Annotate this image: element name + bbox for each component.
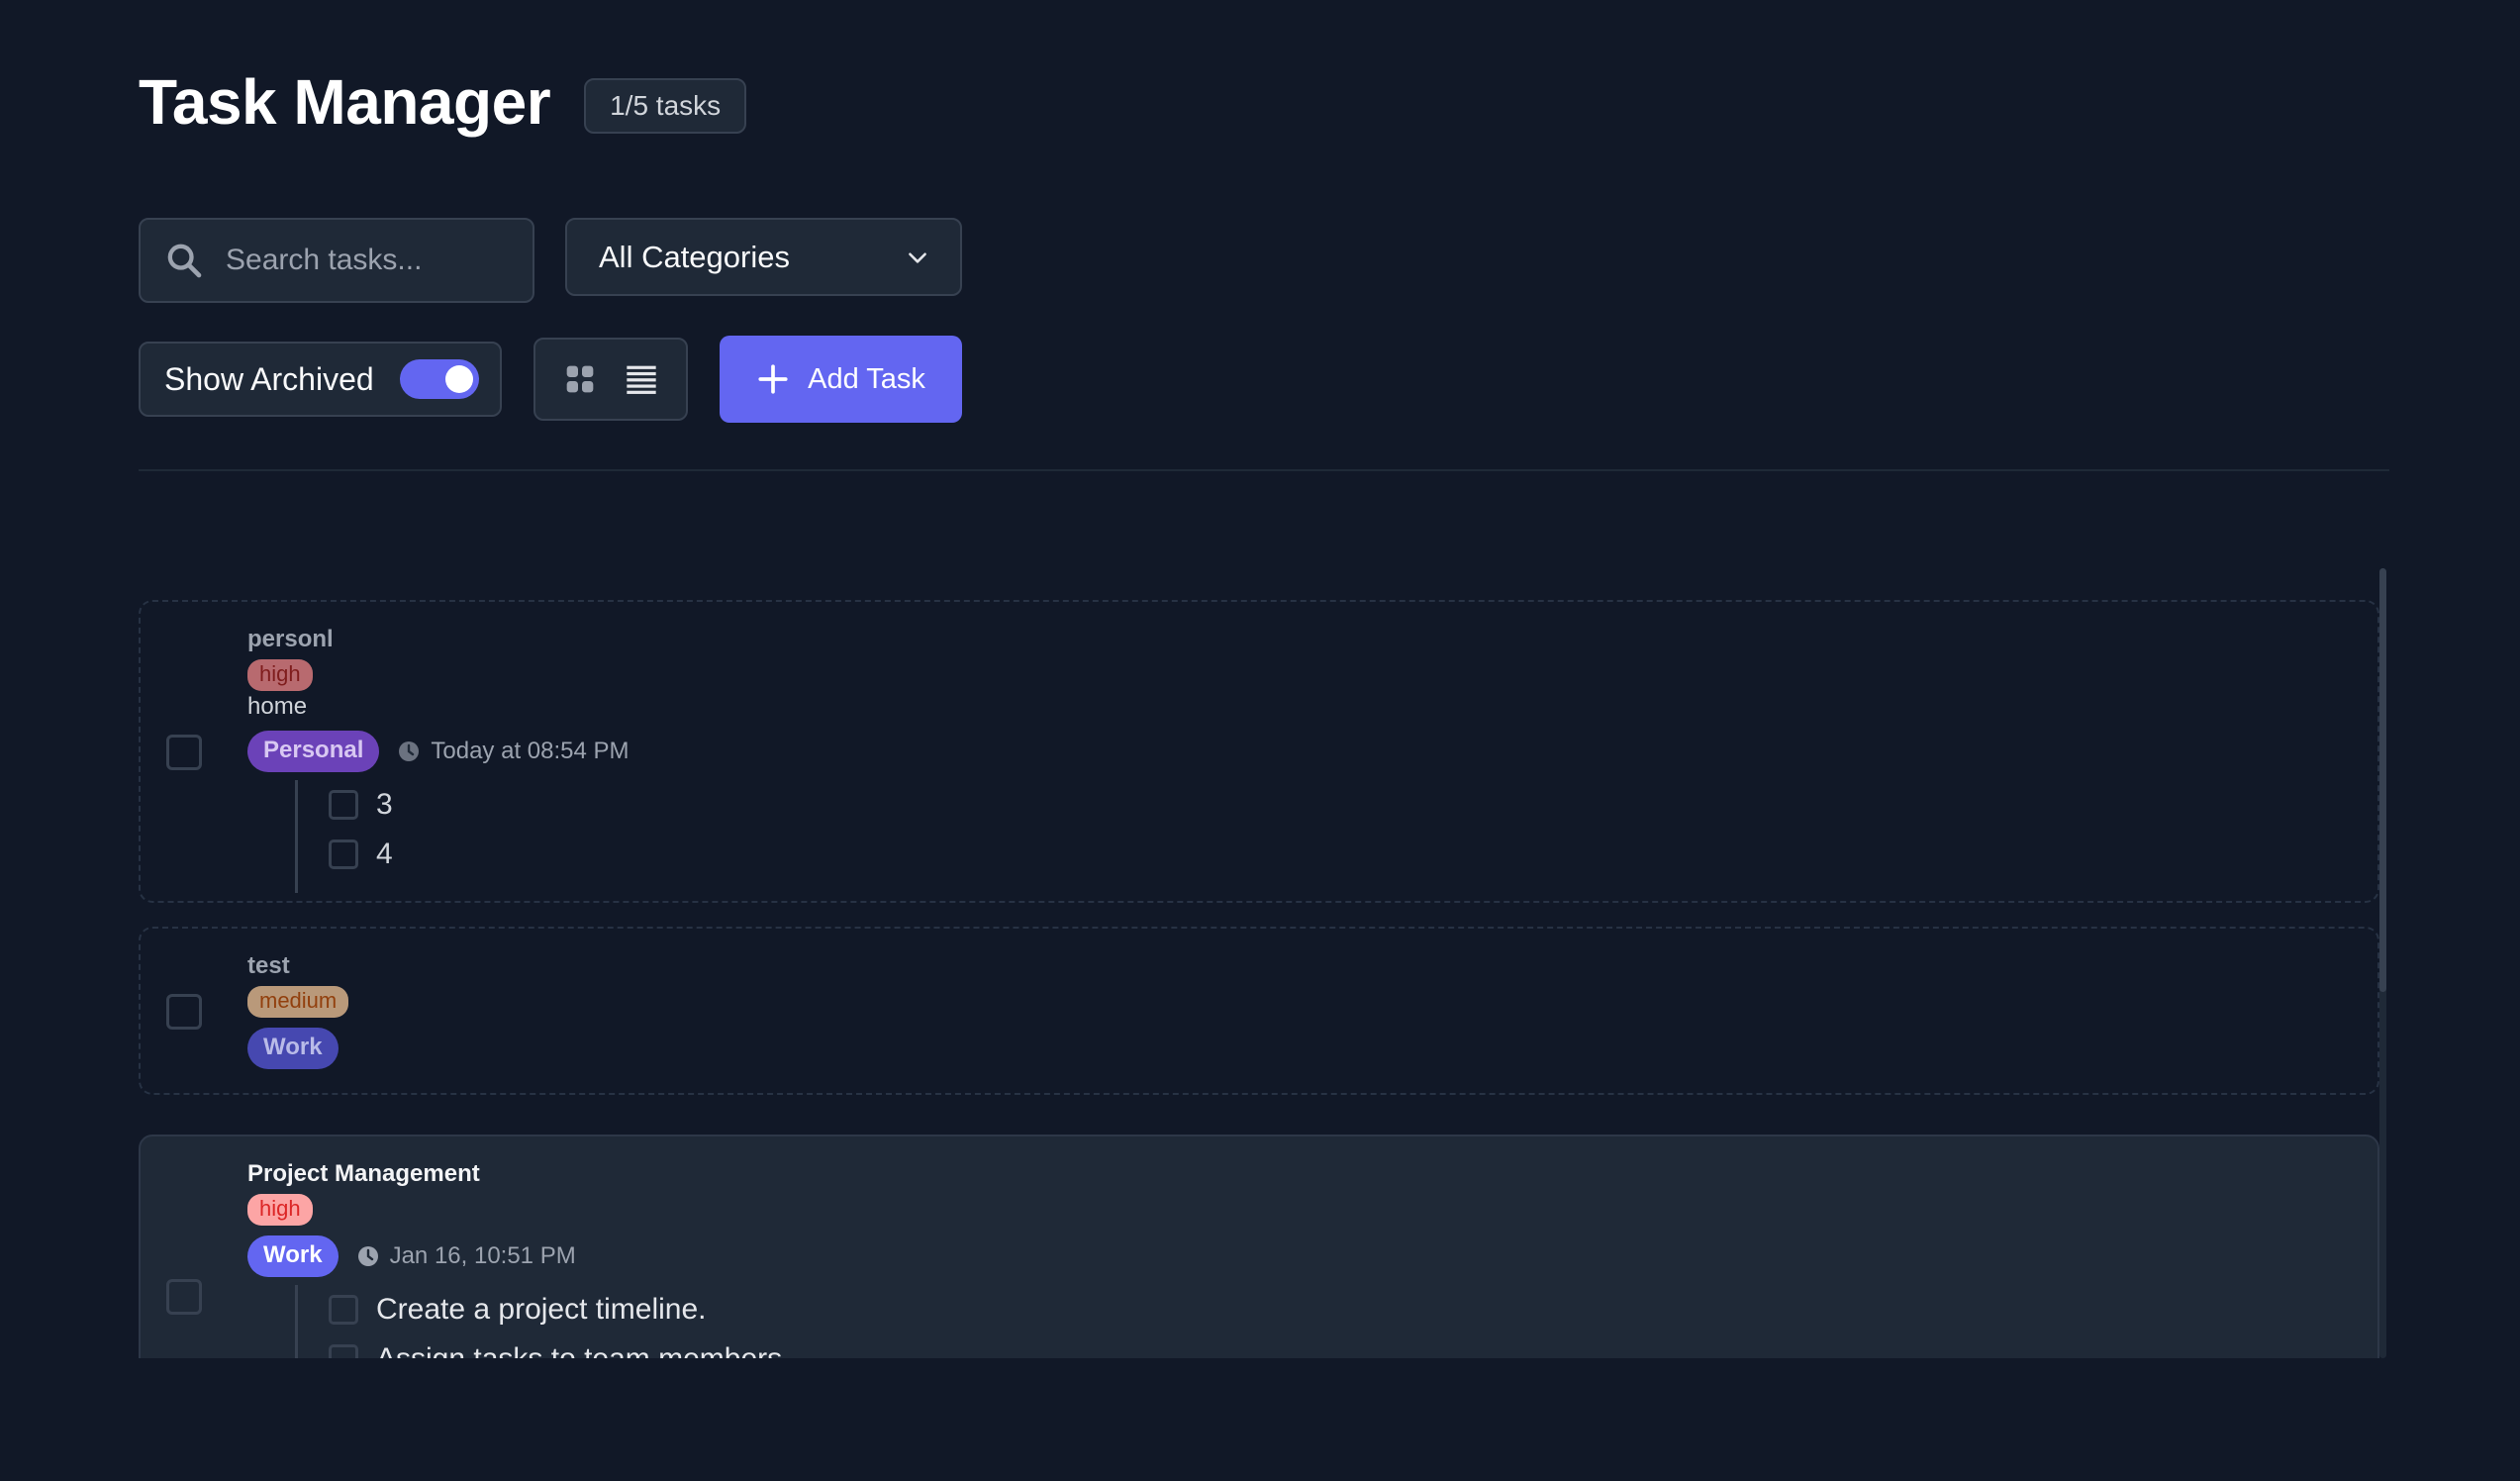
- task-checkbox[interactable]: [166, 994, 202, 1030]
- subtask-item: Assign tasks to team members.: [329, 1334, 790, 1358]
- subtask-checkbox[interactable]: [329, 1344, 358, 1358]
- subtask-connector: [295, 780, 298, 893]
- subtask-item: 3: [329, 780, 630, 830]
- subtask-label: 3: [376, 788, 393, 821]
- add-task-button[interactable]: Add Task: [720, 336, 962, 423]
- task-manager-page: Task Manager 1/5 tasks All Categories Sh…: [0, 0, 2520, 1481]
- list-icon: [627, 365, 656, 394]
- search-box[interactable]: [139, 218, 534, 303]
- task-checkbox[interactable]: [166, 1279, 202, 1315]
- show-archived-label: Show Archived: [164, 360, 374, 397]
- task-content: test medium Work: [247, 952, 349, 1069]
- clock-icon: [399, 741, 420, 761]
- plus-icon: [758, 364, 788, 394]
- task-description: home: [247, 693, 308, 720]
- task-meta: Personal Today at 08:54 PM: [247, 731, 630, 772]
- category-badge: Personal: [247, 731, 380, 772]
- task-checkbox[interactable]: [166, 735, 202, 770]
- page-title: Task Manager: [139, 66, 551, 138]
- task-title: Project Management: [247, 1160, 480, 1187]
- task-meta: Work Jan 16, 10:51 PM: [247, 1235, 790, 1277]
- subtask-item: Create a project timeline.: [329, 1285, 790, 1334]
- due-date: Jan 16, 10:51 PM: [389, 1242, 576, 1269]
- subtask-list: Create a project timeline. Assign tasks …: [295, 1285, 790, 1358]
- task-count-badge: 1/5 tasks: [584, 78, 747, 134]
- view-switcher: [533, 338, 688, 421]
- subtask-checkbox[interactable]: [329, 1295, 358, 1325]
- search-icon: [167, 244, 202, 278]
- add-task-label: Add Task: [808, 362, 925, 395]
- priority-badge: high: [247, 659, 313, 691]
- task-meta: Work: [247, 1028, 348, 1069]
- category-badge: Work: [247, 1028, 339, 1069]
- task-title: personl: [247, 626, 334, 652]
- task-list: personl high home Personal Today at 08:5…: [139, 568, 2385, 1358]
- toggle-knob: [444, 365, 473, 393]
- category-select[interactable]: All Categories: [565, 218, 962, 296]
- scrollbar-thumb[interactable]: [2379, 568, 2386, 992]
- category-select-value: All Categories: [599, 239, 790, 274]
- due-date: Today at 08:54 PM: [431, 738, 630, 764]
- subtask-label: Create a project timeline.: [376, 1293, 707, 1326]
- category-badge: Work: [247, 1235, 339, 1277]
- subtask-checkbox[interactable]: [329, 790, 358, 820]
- task-card: Project Management high Work Jan 16, 10:…: [139, 1135, 2379, 1358]
- list-view-button[interactable]: [622, 359, 661, 399]
- show-archived-control: Show Archived: [139, 342, 502, 417]
- subtask-label: 4: [376, 838, 393, 870]
- subtask-connector: [295, 1285, 298, 1358]
- divider: [139, 469, 2389, 471]
- task-title: test: [247, 952, 290, 979]
- task-content: personl high home Personal Today at 08:5…: [247, 626, 630, 893]
- task-content: Project Management high Work Jan 16, 10:…: [247, 1160, 790, 1358]
- priority-badge: high: [247, 1194, 313, 1226]
- header: Task Manager 1/5 tasks: [139, 65, 747, 139]
- search-input[interactable]: [226, 244, 523, 277]
- subtask-list: 3 4: [295, 780, 630, 893]
- task-card: personl high home Personal Today at 08:5…: [139, 600, 2379, 903]
- grid-icon: [566, 365, 594, 393]
- grid-view-button[interactable]: [560, 359, 600, 399]
- subtask-checkbox[interactable]: [329, 839, 358, 869]
- show-archived-toggle[interactable]: [399, 359, 479, 399]
- chevron-down-icon: [909, 251, 926, 263]
- clock-icon: [357, 1246, 378, 1266]
- priority-badge: medium: [247, 986, 349, 1018]
- subtask-item: 4: [329, 830, 630, 879]
- subtask-label: Assign tasks to team members.: [376, 1342, 790, 1358]
- task-card: test medium Work: [139, 927, 2379, 1095]
